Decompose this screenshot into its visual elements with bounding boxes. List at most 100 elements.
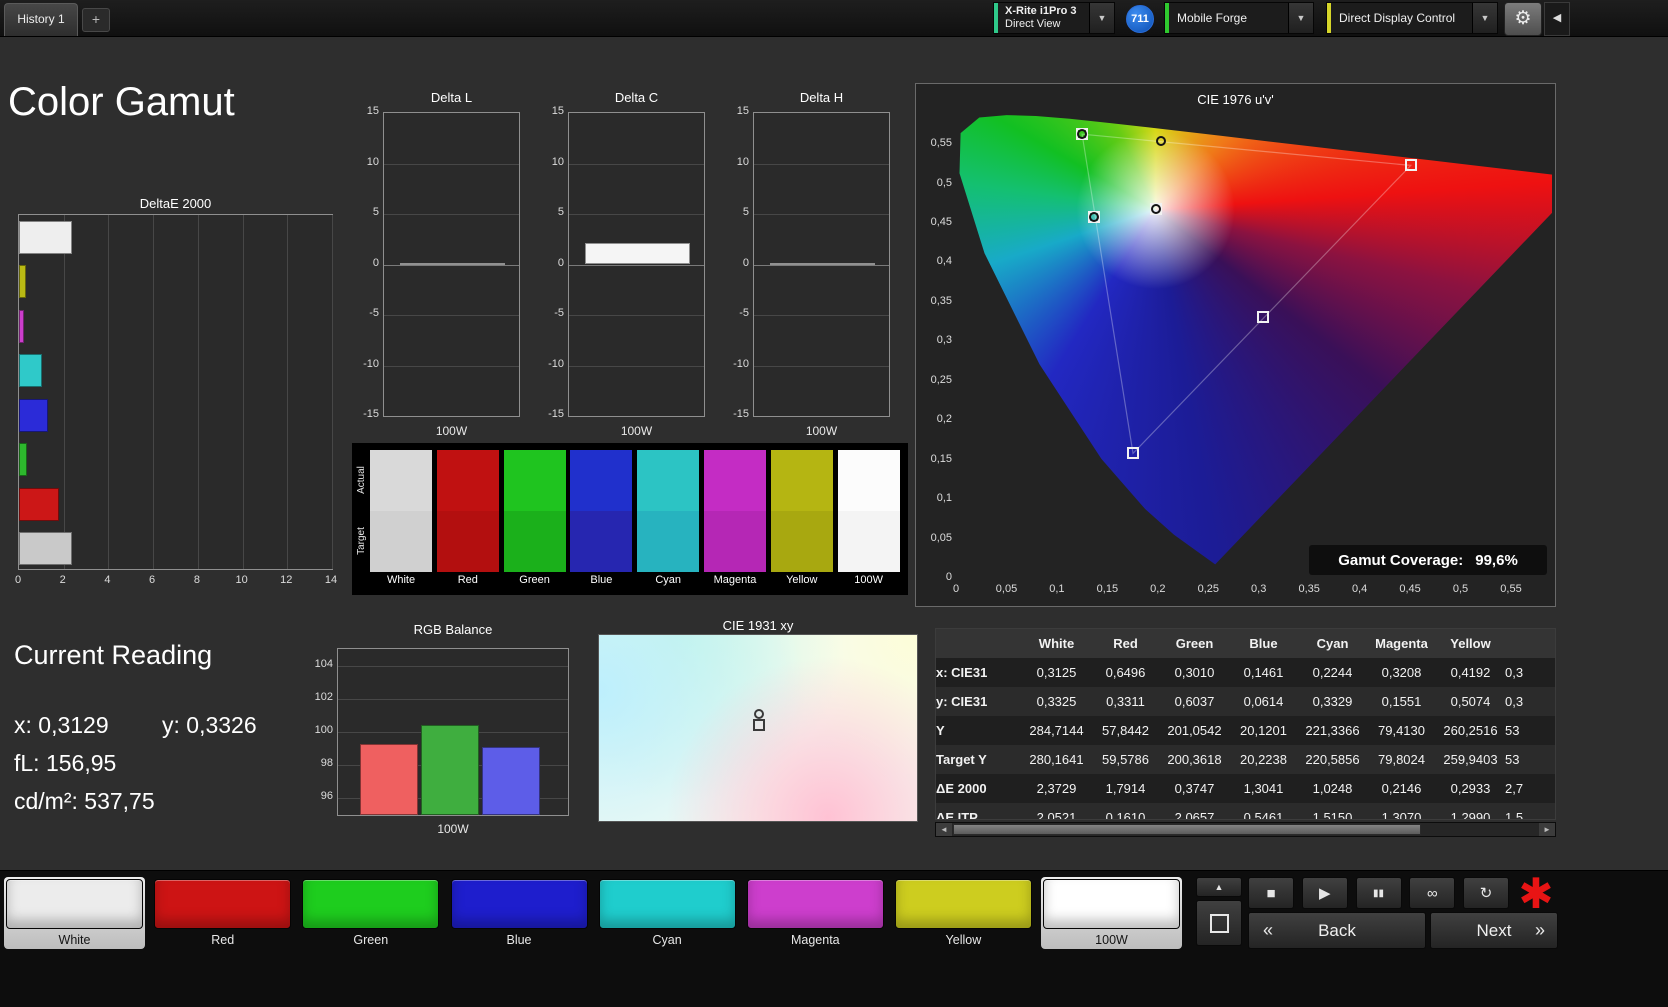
- column-header: Red: [1091, 629, 1160, 658]
- history-tab[interactable]: History 1: [4, 3, 78, 36]
- play-button[interactable]: ▶: [1301, 877, 1348, 909]
- swatch-target-cyan: [637, 511, 700, 572]
- pattern-button-white[interactable]: White: [4, 877, 145, 949]
- column-header: Magenta: [1367, 629, 1436, 658]
- x-tick-label: 0,4: [1351, 583, 1368, 595]
- meter-dropdown-icon[interactable]: ▼: [1089, 3, 1114, 33]
- delta-plot: [753, 112, 890, 417]
- table-cell: 59,5786: [1102, 752, 1149, 767]
- gridline: [384, 214, 519, 215]
- control-dropdown-icon[interactable]: ▼: [1472, 3, 1497, 33]
- chart-title: Delta L: [430, 90, 473, 105]
- source-selector[interactable]: Mobile Forge ▼: [1164, 2, 1314, 34]
- swatch-target-yellow: [770, 511, 833, 572]
- table-cell: 0,1610: [1105, 810, 1146, 820]
- x-tick-label: 0,25: [1197, 583, 1219, 595]
- display-control-name: Direct Display Control: [1339, 11, 1456, 25]
- reading-fl: fL: 156,95: [14, 750, 117, 776]
- column-header: Green: [1160, 629, 1229, 658]
- pattern-swatch: [6, 879, 143, 929]
- target-square-icon: [1256, 311, 1269, 323]
- next-button[interactable]: Next »: [1430, 912, 1558, 949]
- pattern-up-button[interactable]: ▲: [1196, 877, 1242, 897]
- measured-circle-icon: [1150, 203, 1161, 214]
- deltae-bar-yellow: [19, 265, 26, 298]
- table-cell: 2,0521: [1036, 810, 1077, 820]
- pattern-label: Green: [353, 933, 389, 947]
- meter-selector[interactable]: X-Rite i1Pro 3 Direct View ▼: [993, 2, 1115, 34]
- scrollbar-thumb[interactable]: [953, 824, 1421, 835]
- deltae-bar-white: [19, 220, 73, 254]
- table-cell: 0,5074: [1450, 694, 1491, 709]
- target-square-icon: [1404, 159, 1417, 172]
- pattern-label: 100W: [1095, 933, 1128, 947]
- y-tick-label: 5: [372, 206, 379, 218]
- swatch-target-magenta: [704, 511, 766, 572]
- gridline: [754, 315, 889, 316]
- x-axis-label: 100W: [437, 822, 469, 836]
- table-cell: 20,2238: [1240, 752, 1287, 767]
- scroll-left-icon[interactable]: ◄: [936, 823, 952, 836]
- gridline: [569, 315, 704, 316]
- pattern-button-green[interactable]: Green: [300, 877, 441, 949]
- display-control-selector[interactable]: Direct Display Control ▼: [1326, 2, 1498, 34]
- x-tick-label: 0: [952, 583, 960, 595]
- column-header: Cyan: [1298, 629, 1367, 658]
- loop-button[interactable]: ∞: [1409, 877, 1456, 909]
- y-tick-label: -5: [554, 307, 564, 319]
- y-tick-label: 5: [557, 206, 564, 218]
- back-button[interactable]: « Back: [1248, 912, 1426, 949]
- table-scrollbar[interactable]: ◄ ►: [935, 822, 1556, 837]
- y-tick-label: 0: [557, 256, 564, 269]
- delta-plot: [383, 112, 520, 417]
- y-tick-label: 0,5: [936, 176, 952, 189]
- pattern-button-red[interactable]: Red: [152, 877, 293, 949]
- collapse-panel-icon[interactable]: ◀: [1544, 2, 1570, 36]
- source-dropdown-icon[interactable]: ▼: [1288, 3, 1313, 33]
- table-cell: 0,3010: [1174, 665, 1215, 680]
- table-row: y: CIE31 0,3325 0,3311 0,6037 0,0614 0,3329 0,…: [936, 687, 1555, 716]
- swatch-target-white: [370, 511, 432, 572]
- swatch-actual-100w: [837, 450, 900, 511]
- x-tick-label: 0,15: [1096, 583, 1119, 595]
- y-tick-label: 10: [736, 155, 749, 168]
- pattern-button-yellow[interactable]: Yellow: [893, 877, 1034, 949]
- pattern-button-magenta[interactable]: Magenta: [745, 877, 886, 949]
- scroll-right-icon[interactable]: ►: [1539, 823, 1555, 836]
- table-cell: 0,6496: [1105, 665, 1146, 680]
- y-tick-label: -10: [548, 357, 564, 370]
- gridline: [242, 215, 244, 569]
- gridline: [754, 214, 889, 215]
- y-tick-label: 0,1: [936, 492, 952, 505]
- pattern-button-blue[interactable]: Blue: [449, 877, 590, 949]
- table-cell: 0,3325: [1036, 694, 1077, 709]
- add-tab-button[interactable]: +: [82, 8, 110, 32]
- settings-gear-icon[interactable]: ⚙: [1504, 2, 1542, 36]
- reading-square-icon: [752, 718, 765, 731]
- x-axis-label: 100W: [435, 424, 468, 438]
- table-cell: 1,5: [1505, 810, 1524, 820]
- pause-button[interactable]: ▮▮: [1355, 877, 1402, 909]
- y-tick-label: 104: [314, 657, 333, 670]
- table-cell: 20,1201: [1240, 723, 1287, 738]
- rgb-bar-red: [360, 743, 418, 815]
- column-header: White: [1022, 629, 1091, 658]
- pattern-button-100w[interactable]: 100W: [1041, 877, 1182, 949]
- rgb-plot: [337, 648, 569, 816]
- pattern-button-cyan[interactable]: Cyan: [597, 877, 738, 949]
- delta-l-chart: Delta L 15 10 5 0 -5 -10 -15 100W: [363, 90, 520, 440]
- pattern-swatch: [450, 879, 588, 929]
- stop-button[interactable]: ■: [1248, 877, 1294, 909]
- swatch-label: Cyan: [655, 574, 682, 586]
- table-cell: 2,0657: [1174, 810, 1215, 820]
- pattern-label: Yellow: [945, 933, 982, 947]
- y-tick-label: 5: [742, 206, 749, 218]
- table-cell: 0,3329: [1312, 694, 1353, 709]
- pattern-window-button[interactable]: [1196, 900, 1242, 946]
- pattern-label: Magenta: [790, 933, 840, 947]
- gridline: [569, 365, 704, 367]
- table-cell: 53: [1505, 752, 1520, 767]
- refresh-button[interactable]: ↻: [1463, 877, 1509, 909]
- deltae-bar-magenta: [19, 309, 24, 343]
- alert-asterisk-icon[interactable]: ✱: [1512, 871, 1560, 917]
